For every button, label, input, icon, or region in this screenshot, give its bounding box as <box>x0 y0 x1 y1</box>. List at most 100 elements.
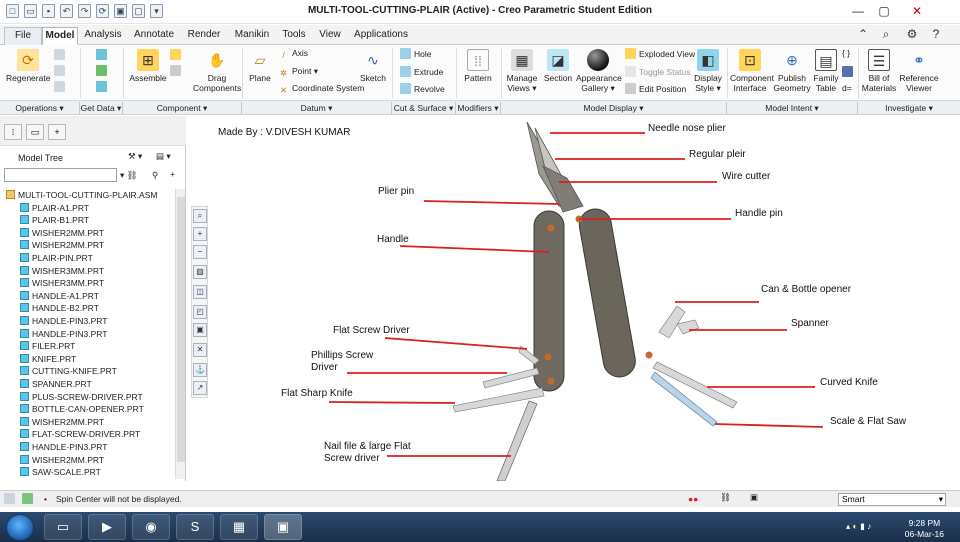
favorites-tab-icon[interactable]: + <box>48 124 66 140</box>
explorer-taskbar-icon[interactable]: ▭ <box>44 514 82 540</box>
saved-orientations-icon[interactable]: ◰ <box>193 305 207 319</box>
control-panel-taskbar-icon[interactable]: ▦ <box>220 514 258 540</box>
model-tree-tab-icon[interactable]: ⁝ <box>4 124 22 140</box>
component-operations-icon[interactable] <box>170 65 184 76</box>
assemble-button[interactable]: ⊞ Assemble <box>128 49 168 83</box>
group-model-display[interactable]: Model Display ▾ <box>501 102 727 114</box>
appearance-gallery-button[interactable]: Appearance Gallery ▾ <box>576 49 622 93</box>
tree-item[interactable]: PLAIR-A1.PRT <box>20 202 89 215</box>
edit-position-button[interactable]: Edit Position <box>625 83 686 94</box>
paste-icon[interactable] <box>54 65 68 76</box>
tree-item[interactable]: WISHER3MM.PRT <box>20 265 104 278</box>
selection-box-icon[interactable]: ▣ <box>750 492 758 503</box>
get-data-3-icon[interactable] <box>96 81 110 92</box>
tree-item[interactable]: HANDLE-A1.PRT <box>20 290 99 303</box>
tree-item-asm[interactable]: MULTI-TOOL-CUTTING-PLAIR.ASM <box>6 189 157 202</box>
spin-center-icon[interactable]: ↗ <box>193 381 207 395</box>
tree-item[interactable]: FILER.PRT <box>20 340 75 353</box>
tree-columns-icon[interactable]: ▤ ▾ <box>156 151 171 162</box>
skype-taskbar-icon[interactable]: S <box>176 514 214 540</box>
sketch-button[interactable]: ∿ Sketch <box>358 49 388 83</box>
group-get-data[interactable]: Get Data ▾ <box>80 102 123 114</box>
add-icon[interactable]: + <box>170 169 175 179</box>
find-small-icon[interactable]: ⛓ <box>720 492 731 503</box>
start-button[interactable] <box>6 514 34 541</box>
tree-item[interactable]: HANDLE-PIN3.PRT <box>20 441 107 454</box>
media-player-taskbar-icon[interactable]: ▶ <box>88 514 126 540</box>
extrude-button[interactable]: Extrude <box>400 66 443 77</box>
tab-view[interactable]: View <box>315 27 345 45</box>
parameters-icon[interactable] <box>842 66 856 77</box>
group-model-intent[interactable]: Model Intent ▾ <box>727 102 858 114</box>
copy-icon[interactable] <box>54 49 68 60</box>
tree-item[interactable]: PLAIR-PIN.PRT <box>20 252 93 265</box>
tree-item[interactable]: WISHER3MM.PRT <box>20 277 104 290</box>
refit-icon[interactable]: ⌕ <box>193 209 207 223</box>
display-style-small-icon[interactable]: ◫ <box>193 285 207 299</box>
group-modifiers[interactable]: Modifiers ▾ <box>456 102 501 114</box>
component-create-icon[interactable] <box>170 49 184 60</box>
view-manager-icon[interactable]: ▣ <box>193 323 207 337</box>
annotation-display-icon[interactable]: ⚓ <box>193 363 207 377</box>
tree-item[interactable]: HANDLE-PIN3.PRT <box>20 315 107 328</box>
group-cut-surface[interactable]: Cut & Surface ▾ <box>392 102 456 114</box>
tree-item[interactable]: CUTTING-KNIFE.PRT <box>20 365 117 378</box>
tab-manikin[interactable]: Manikin <box>232 27 272 45</box>
find-icon[interactable]: ▾ ⛓ <box>120 170 137 181</box>
delete-icon[interactable] <box>54 81 68 92</box>
folder-browser-tab-icon[interactable]: ▭ <box>26 124 44 140</box>
publish-geometry-button[interactable]: ⊕ Publish Geometry <box>773 49 811 93</box>
tree-item[interactable]: WISHER2MM.PRT <box>20 416 104 429</box>
tree-item[interactable]: FLAT-SCREW-DRIVER.PRT <box>20 428 140 441</box>
firefox-taskbar-icon[interactable]: ◉ <box>132 514 170 540</box>
zoom-out-icon[interactable]: − <box>193 245 207 259</box>
switch-dimensions-icon[interactable]: d= <box>842 83 852 93</box>
tree-search-input[interactable] <box>4 168 117 182</box>
tab-render[interactable]: Render <box>184 27 224 45</box>
zoom-in-icon[interactable]: + <box>193 227 207 241</box>
search-icon[interactable]: ⌕ <box>873 25 899 43</box>
tree-item[interactable]: SAW-SCALE.PRT <box>20 466 101 478</box>
system-clock[interactable]: 9:28 PM 06-Mar-16 <box>905 518 944 540</box>
tree-item[interactable]: BOTTLE-CAN-OPENER.PRT <box>20 403 144 416</box>
tree-item[interactable]: PLUS-SCREW-DRIVER.PRT <box>20 391 143 404</box>
get-data-1-icon[interactable] <box>96 49 110 60</box>
get-data-2-icon[interactable] <box>96 65 110 76</box>
family-table-button[interactable]: ▤ Family Table <box>812 49 840 93</box>
hole-button[interactable]: Hole <box>400 48 431 59</box>
tree-item[interactable]: WISHER2MM.PRT <box>20 239 104 252</box>
tree-item[interactable]: WISHER2MM.PRT <box>20 227 104 240</box>
point-button[interactable]: ✲ Point ▾ <box>278 66 318 79</box>
tree-item[interactable]: WISHER2MM.PRT <box>20 454 104 467</box>
close-button[interactable]: ✕ <box>904 2 930 20</box>
tab-applications[interactable]: Applications <box>352 27 410 45</box>
tab-annotate[interactable]: Annotate <box>132 27 176 45</box>
axis-button[interactable]: / Axis <box>278 48 308 61</box>
drag-components-button[interactable]: ✋ Drag Components <box>193 49 241 93</box>
display-style-button[interactable]: ◧ Display Style ▾ <box>692 49 724 93</box>
status-tree-icon[interactable] <box>4 493 18 504</box>
repaint-icon[interactable]: ▨ <box>193 265 207 279</box>
command-search-icon[interactable]: ⚙ <box>899 25 925 43</box>
selection-filter-select[interactable]: Smart ▾ <box>838 493 946 506</box>
tree-scroll-thumb[interactable] <box>177 197 185 462</box>
group-investigate[interactable]: Investigate ▾ <box>858 102 960 114</box>
tab-file[interactable]: File <box>4 27 42 45</box>
tab-model[interactable]: Model <box>42 27 78 45</box>
tree-settings-icon[interactable]: ⚒ ▾ <box>128 151 142 162</box>
component-interface-button[interactable]: ⊡ Component Interface <box>730 49 774 93</box>
section-button[interactable]: ◪ Section <box>543 49 573 83</box>
tree-scrollbar[interactable] <box>175 189 185 479</box>
plane-button[interactable]: ▱ Plane <box>246 49 274 83</box>
manage-views-button[interactable]: ▦ Manage Views ▾ <box>504 49 540 93</box>
tab-analysis[interactable]: Analysis <box>82 27 124 45</box>
coordinate-system-button[interactable]: ✕ Coordinate System <box>278 83 364 96</box>
reference-viewer-button[interactable]: ⚭ Reference Viewer <box>898 49 940 93</box>
relations-icon[interactable]: { } <box>842 48 850 58</box>
tree-item[interactable]: SPANNER.PRT <box>20 378 92 391</box>
minimize-button[interactable]: — <box>845 2 871 20</box>
group-datum[interactable]: Datum ▾ <box>242 102 392 114</box>
status-browser-icon[interactable] <box>22 493 36 504</box>
revolve-button[interactable]: Revolve <box>400 83 445 94</box>
creo-taskbar-icon[interactable]: ▣ <box>264 514 302 540</box>
